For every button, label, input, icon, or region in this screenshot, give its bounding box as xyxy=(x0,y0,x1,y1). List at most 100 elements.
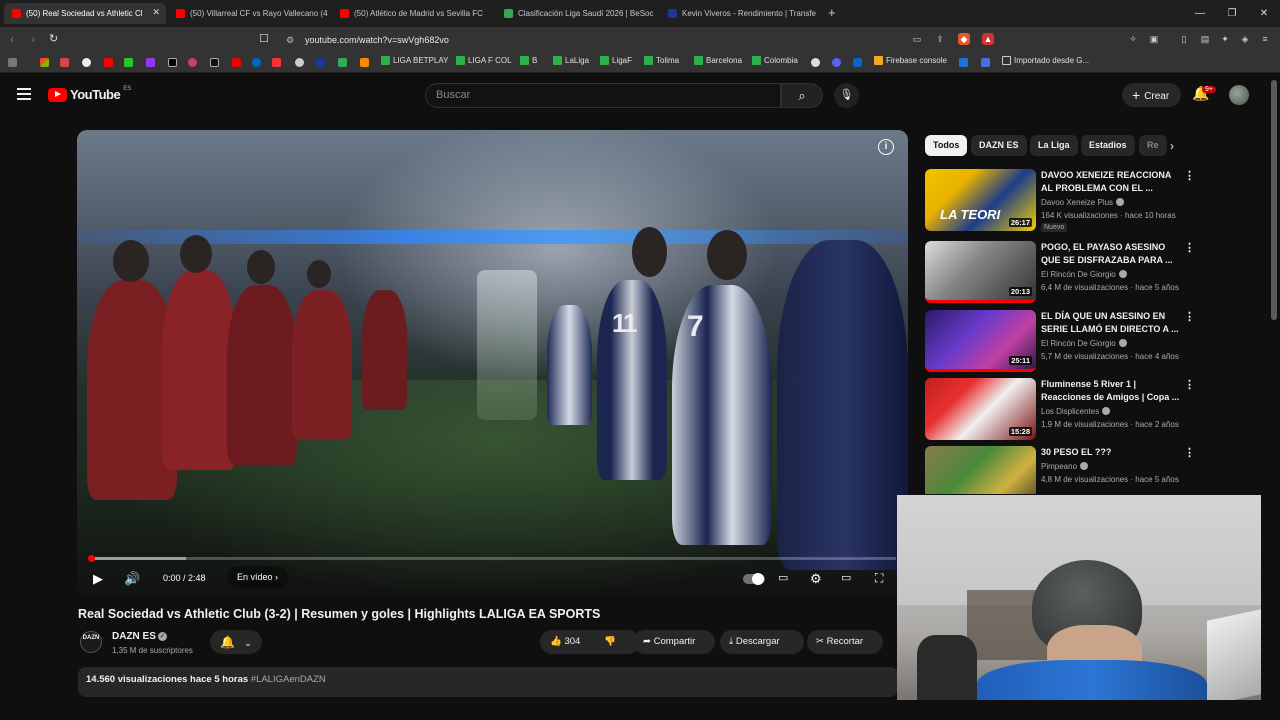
kick-icon[interactable] xyxy=(124,58,133,67)
chapters-button[interactable]: En vídeo › xyxy=(227,566,289,588)
bookmark-liga-betplay[interactable]: LIGA BETPLAY xyxy=(381,56,448,65)
page-scrollbar[interactable] xyxy=(1271,80,1277,320)
recommendation-thumbnail[interactable] xyxy=(925,446,1036,494)
twitch-icon[interactable] xyxy=(146,58,155,67)
search-button[interactable]: ⌕ xyxy=(781,83,823,108)
chrome-icon[interactable] xyxy=(82,58,91,67)
vpn-icon[interactable]: ◈ xyxy=(1239,33,1251,45)
blue-bookmark-icon[interactable] xyxy=(252,58,261,67)
chip-partial[interactable]: Re xyxy=(1139,135,1167,156)
play-icon[interactable]: ▶ xyxy=(93,571,103,587)
recommendation-thumbnail[interactable]: 20:13 xyxy=(925,241,1036,303)
sidebar-toggle-icon[interactable]: ▯ xyxy=(1178,33,1190,45)
bookmark-laliga[interactable]: LaLiga xyxy=(553,56,589,65)
hashtag-link[interactable]: #LALIGAenDAZN xyxy=(251,674,326,685)
reload-icon[interactable]: ↻ xyxy=(49,32,58,45)
close-window-icon[interactable]: ✕ xyxy=(1248,0,1280,27)
apps-grid-icon[interactable] xyxy=(8,58,17,67)
browser-tab[interactable]: (50) Real Sociedad vs Athletic Cl ✕ xyxy=(4,3,166,24)
more-options-icon[interactable]: ⋮ xyxy=(1184,241,1195,254)
autoplay-toggle[interactable] xyxy=(743,573,765,585)
recommendation-thumbnail[interactable]: 25:11 xyxy=(925,310,1036,372)
bookmark-folder-imported[interactable]: Importado desde G... xyxy=(1002,56,1089,65)
tab-search-icon[interactable]: ▣ xyxy=(1148,33,1160,45)
more-options-icon[interactable]: ⋮ xyxy=(1184,310,1195,323)
browser-menu-icon[interactable]: ≡ xyxy=(1259,33,1271,45)
volume-icon[interactable]: 🔊 xyxy=(124,571,140,587)
share-button[interactable]: ➦ Compartir xyxy=(633,630,715,654)
dislike-button[interactable]: 👎 xyxy=(604,630,616,654)
bookmark-firebase[interactable]: Firebase console xyxy=(874,56,947,65)
bookmark-icon[interactable] xyxy=(338,58,347,67)
theater-mode-icon[interactable]: ▭ xyxy=(841,571,851,584)
youtube-bookmark-icon[interactable] xyxy=(104,58,113,67)
maximize-icon[interactable]: ❐ xyxy=(1216,0,1248,27)
search-input[interactable]: Buscar xyxy=(425,83,781,108)
bookmark-barcelona[interactable]: Barcelona xyxy=(694,56,742,65)
extensions-icon[interactable]: ✧ xyxy=(1127,33,1139,45)
transfermarkt-icon[interactable] xyxy=(316,58,325,67)
more-options-icon[interactable]: ⋮ xyxy=(1184,378,1195,391)
progress-bar[interactable] xyxy=(89,557,896,560)
microsoft-icon[interactable] xyxy=(40,58,49,67)
close-tab-icon[interactable]: ✕ xyxy=(152,7,160,18)
description-box[interactable]: 14.560 visualizaciones hace 5 horas #LAL… xyxy=(78,667,898,697)
extension-alert-icon[interactable]: ▲ xyxy=(982,33,994,45)
leo-icon[interactable]: ✦ xyxy=(1219,33,1231,45)
new-tab-button[interactable]: + xyxy=(828,5,836,20)
browser-tab[interactable]: (50) Atlético de Madrid vs Sevilla FC xyxy=(332,3,494,24)
orange-bookmark-icon[interactable] xyxy=(360,58,369,67)
bookmark-b[interactable]: B xyxy=(520,56,537,65)
browser-tab[interactable]: Clasificación Liga Saudí 2026 | BeSoc xyxy=(496,3,658,24)
create-button[interactable]: + Crear xyxy=(1122,83,1181,107)
chip-la-liga[interactable]: La Liga xyxy=(1030,135,1078,156)
recommendation-item[interactable]: 20:13 POGO, EL PAYASO ASESINO QUE SE DIS… xyxy=(925,241,1265,303)
globe-icon[interactable] xyxy=(295,58,304,67)
recommendation-item[interactable]: LA TEORI 26:17 DAVOO XENEIZE REACCIONA A… xyxy=(925,169,1265,232)
channel-name[interactable]: DAZN ES xyxy=(112,631,156,642)
gmail-icon[interactable] xyxy=(60,58,69,67)
x-icon[interactable] xyxy=(168,58,177,67)
github-icon[interactable] xyxy=(811,58,820,67)
video-info-icon[interactable]: i xyxy=(878,139,894,155)
recommendation-item[interactable]: 25:11 EL DÍA QUE UN ASESINO EN SERIE LLA… xyxy=(925,310,1265,372)
pen-icon[interactable] xyxy=(981,58,990,67)
site-info-icon[interactable]: ⚙ xyxy=(286,30,294,50)
account-avatar[interactable] xyxy=(1229,85,1249,105)
back-icon[interactable]: ‹ xyxy=(10,32,14,46)
instagram-icon[interactable] xyxy=(188,58,197,67)
linkedin-icon[interactable] xyxy=(853,58,862,67)
bookmark-page-icon[interactable]: ☐ xyxy=(259,32,269,45)
discord-icon[interactable] xyxy=(832,58,841,67)
minimize-icon[interactable]: — xyxy=(1184,0,1216,27)
more-options-icon[interactable]: ⋮ xyxy=(1184,169,1195,182)
chip-estadios[interactable]: Estadios xyxy=(1081,135,1135,156)
bookmark-colombia[interactable]: Colombia xyxy=(752,56,798,65)
recommendation-thumbnail[interactable]: 15:28 xyxy=(925,378,1036,440)
flag-bookmark-icon[interactable] xyxy=(272,58,281,67)
chip-dazn-es[interactable]: DAZN ES xyxy=(971,135,1027,156)
cast-icon[interactable]: ▭ xyxy=(911,33,923,45)
url-field[interactable]: ⚙ youtube.com/watch?v=swVgh682vo xyxy=(280,30,1000,50)
share-page-icon[interactable]: ⇪ xyxy=(934,33,946,45)
forward-icon[interactable]: › xyxy=(31,32,35,46)
brave-shield-icon[interactable]: ◆ xyxy=(958,33,970,45)
tiktok-icon[interactable] xyxy=(210,58,219,67)
blue-app-icon[interactable] xyxy=(959,58,968,67)
progress-scrubber-handle[interactable] xyxy=(88,555,95,562)
clip-button[interactable]: ✂ Recortar xyxy=(807,630,883,654)
subscribed-notifications-button[interactable]: 🔔 ⌄ xyxy=(210,630,262,654)
more-options-icon[interactable]: ⋮ xyxy=(1184,446,1195,459)
recommendation-item[interactable]: 15:28 Fluminense 5 River 1 | Reacciones … xyxy=(925,378,1265,440)
voice-search-button[interactable]: 🎙 xyxy=(834,83,859,108)
browser-tab[interactable]: Kevin Viveros - Rendimiento | Transfe xyxy=(660,3,822,24)
fullscreen-icon[interactable]: ⛶ xyxy=(875,571,883,586)
youtube-logo[interactable]: YouTube ES xyxy=(48,86,131,102)
settings-gear-icon[interactable]: ⚙ xyxy=(810,571,822,587)
red-bookmark-icon[interactable] xyxy=(232,58,241,67)
download-button[interactable]: ⤓ Descargar xyxy=(720,630,804,654)
channel-avatar[interactable]: DAZN xyxy=(80,631,102,653)
bookmark-liga-f-col[interactable]: LIGA F COL xyxy=(456,56,512,65)
chip-todos[interactable]: Todos xyxy=(925,135,968,156)
recommendation-item[interactable]: 30 PESO EL ??? Pimpeano 4,8 M de visuali… xyxy=(925,446,1265,494)
